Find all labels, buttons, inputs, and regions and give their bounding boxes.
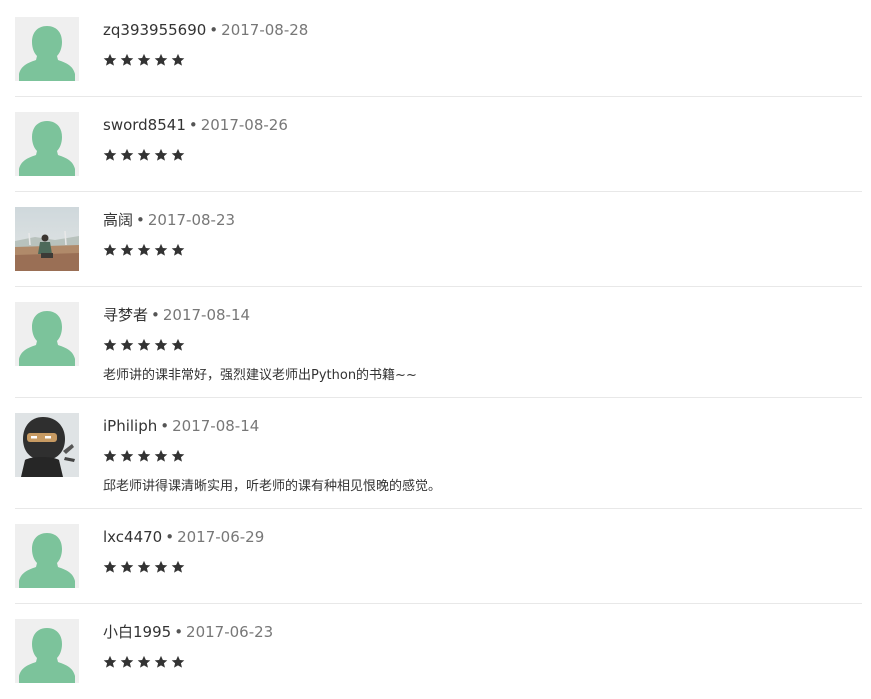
star-icon bbox=[103, 53, 117, 66]
ninja-avatar[interactable] bbox=[15, 413, 79, 477]
username[interactable]: 小白1995 bbox=[103, 623, 171, 641]
star-icon bbox=[120, 243, 134, 256]
review-meta: sword8541 • 2017-08-26 bbox=[103, 116, 288, 134]
review-date: 2017-08-14 bbox=[172, 417, 260, 435]
default-avatar-icon[interactable] bbox=[15, 524, 79, 588]
review-date: 2017-06-29 bbox=[177, 528, 265, 546]
star-icon bbox=[154, 449, 168, 462]
default-avatar-icon[interactable] bbox=[15, 619, 79, 683]
default-avatar-icon[interactable] bbox=[15, 17, 79, 81]
review-date: 2017-06-23 bbox=[186, 623, 274, 641]
review-item: iPhiliph • 2017-08-14 邱老师讲得课清晰实用，听老师的课有种相见… bbox=[15, 413, 862, 509]
separator: • bbox=[174, 623, 184, 641]
star-icon bbox=[171, 560, 185, 573]
review-meta: zq393955690 • 2017-08-28 bbox=[103, 21, 308, 39]
review-date: 2017-08-23 bbox=[147, 211, 236, 229]
star-icon bbox=[154, 655, 168, 668]
review-meta: 高阔 • 2017-08-23 bbox=[103, 211, 235, 229]
divider bbox=[15, 397, 862, 398]
review-item: sword8541 • 2017-08-26 bbox=[15, 112, 862, 192]
separator: • bbox=[209, 21, 219, 39]
review-date: 2017-08-14 bbox=[162, 306, 251, 324]
star-icon bbox=[171, 53, 185, 66]
default-avatar-icon[interactable] bbox=[15, 112, 79, 176]
divider bbox=[15, 508, 862, 509]
review-item: 高阔 • 2017-08-23 bbox=[15, 207, 862, 287]
star-icon bbox=[137, 243, 151, 256]
star-icon bbox=[171, 338, 185, 351]
default-avatar-icon[interactable] bbox=[15, 302, 79, 366]
review-comment: 邱老师讲得课清晰实用，听老师的课有种相见恨晚的感觉。 bbox=[103, 479, 442, 494]
star-icon bbox=[103, 243, 117, 256]
star-rating bbox=[103, 243, 185, 257]
username[interactable]: 高阔 bbox=[103, 211, 133, 229]
separator: • bbox=[188, 116, 198, 134]
star-icon bbox=[137, 338, 151, 351]
star-icon bbox=[103, 560, 117, 573]
review-item: zq393955690 • 2017-08-28 bbox=[15, 17, 862, 97]
star-icon bbox=[120, 655, 134, 668]
star-icon bbox=[137, 560, 151, 573]
star-icon bbox=[137, 148, 151, 161]
star-rating bbox=[103, 53, 185, 67]
review-meta: iPhiliph • 2017-08-14 bbox=[103, 417, 259, 435]
username[interactable]: zq393955690 bbox=[103, 21, 206, 39]
star-icon bbox=[154, 560, 168, 573]
username[interactable]: iPhiliph bbox=[103, 417, 157, 435]
star-icon bbox=[120, 148, 134, 161]
review-item: 小白1995 • 2017-06-23 bbox=[15, 619, 862, 699]
review-date: 2017-08-28 bbox=[221, 21, 309, 39]
star-icon bbox=[154, 53, 168, 66]
star-icon bbox=[137, 655, 151, 668]
username[interactable]: sword8541 bbox=[103, 116, 186, 134]
photo-avatar[interactable] bbox=[15, 207, 79, 271]
review-meta: 寻梦者 • 2017-08-14 bbox=[103, 306, 250, 324]
separator: • bbox=[151, 306, 160, 324]
star-icon bbox=[103, 338, 117, 351]
star-icon bbox=[171, 243, 185, 256]
star-icon bbox=[137, 53, 151, 66]
star-icon bbox=[120, 338, 134, 351]
star-icon bbox=[120, 449, 134, 462]
star-rating bbox=[103, 148, 185, 162]
review-date: 2017-08-26 bbox=[200, 116, 288, 134]
divider bbox=[15, 191, 862, 192]
review-meta: lxc4470 • 2017-06-29 bbox=[103, 528, 264, 546]
star-rating bbox=[103, 560, 185, 574]
star-icon bbox=[171, 655, 185, 668]
divider bbox=[15, 603, 862, 604]
separator: • bbox=[165, 528, 175, 546]
star-icon bbox=[154, 338, 168, 351]
star-icon bbox=[120, 560, 134, 573]
separator: • bbox=[160, 417, 170, 435]
divider bbox=[15, 286, 862, 287]
star-icon bbox=[154, 148, 168, 161]
star-icon bbox=[171, 148, 185, 161]
star-icon bbox=[171, 449, 185, 462]
star-rating bbox=[103, 338, 185, 352]
star-icon bbox=[154, 243, 168, 256]
star-icon bbox=[120, 53, 134, 66]
star-rating bbox=[103, 449, 185, 463]
username[interactable]: 寻梦者 bbox=[103, 306, 148, 324]
review-item: 寻梦者 • 2017-08-14 老师讲的课非常好，强烈建议老师出Python的书籍… bbox=[15, 302, 862, 398]
review-meta: 小白1995 • 2017-06-23 bbox=[103, 623, 273, 641]
divider bbox=[15, 96, 862, 97]
star-icon bbox=[103, 655, 117, 668]
username[interactable]: lxc4470 bbox=[103, 528, 162, 546]
star-icon bbox=[137, 449, 151, 462]
star-icon bbox=[103, 148, 117, 161]
separator: • bbox=[136, 211, 145, 229]
star-icon bbox=[103, 449, 117, 462]
review-item: lxc4470 • 2017-06-29 bbox=[15, 524, 862, 604]
star-rating bbox=[103, 655, 185, 669]
review-comment: 老师讲的课非常好，强烈建议老师出Python的书籍~~ bbox=[103, 368, 417, 383]
